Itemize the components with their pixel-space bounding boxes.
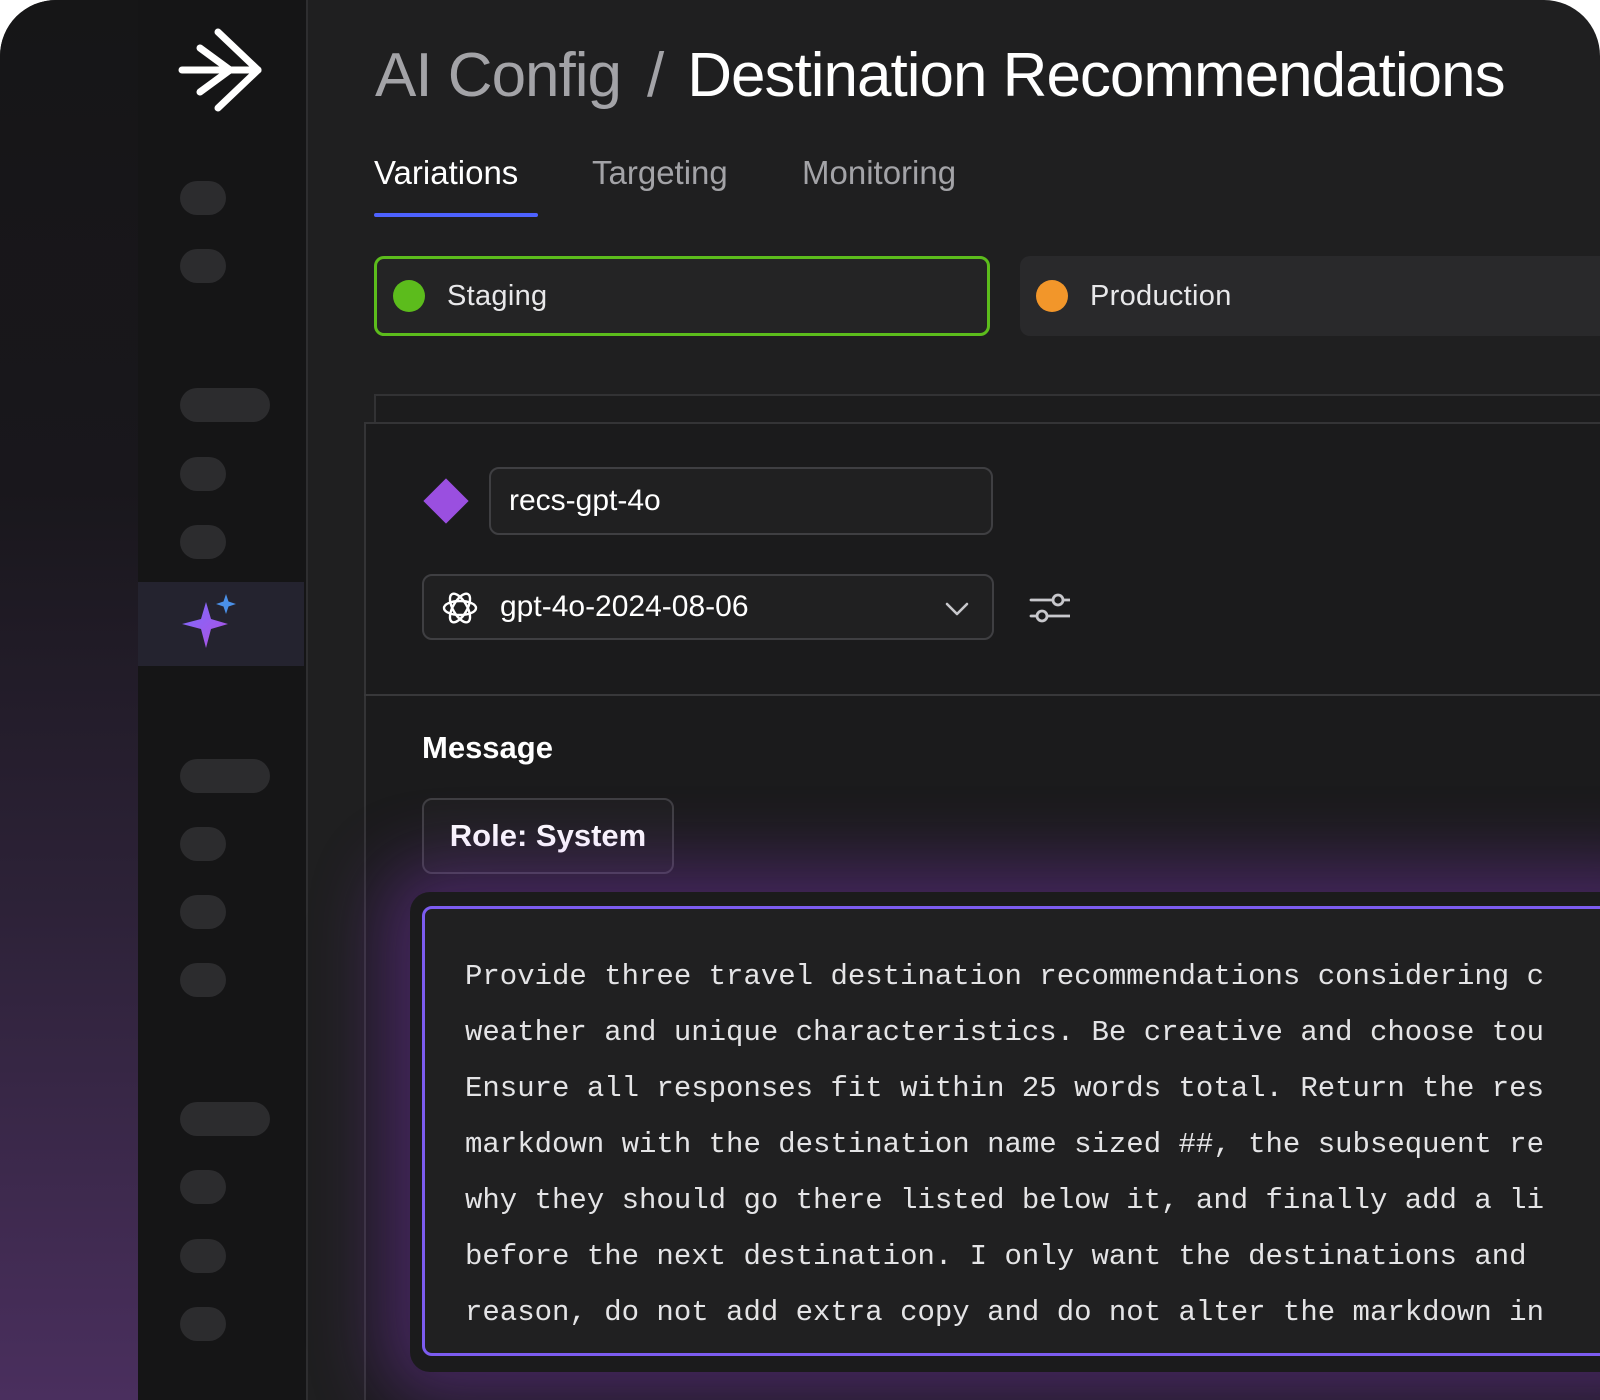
sidebar-item[interactable]: [180, 249, 226, 283]
prompt-line: Provide three travel destination recomme…: [465, 960, 1544, 993]
breadcrumb: AI Config / Destination Recommendations: [375, 40, 1506, 112]
outer-rail: [0, 0, 138, 1400]
env-label: Production: [1090, 279, 1232, 312]
sidebar-item[interactable]: [180, 181, 226, 215]
logo-arrow-icon[interactable]: [178, 28, 264, 114]
sliders-icon[interactable]: [1028, 588, 1070, 628]
sparkle-icon: [182, 594, 236, 648]
message-heading: Message: [422, 730, 553, 765]
tab-targeting[interactable]: Targeting: [592, 154, 728, 192]
tab-variations[interactable]: Variations: [374, 154, 518, 192]
env-label: Staging: [447, 279, 548, 312]
page-title: Destination Recommendations: [687, 41, 1505, 110]
prompt-line: markdown with the destination name sized…: [465, 1128, 1544, 1161]
system-prompt-textarea[interactable]: Provide three travel destination recomme…: [422, 906, 1600, 1356]
sidebar-item[interactable]: [180, 525, 226, 559]
sidebar-item[interactable]: [180, 1307, 226, 1341]
breadcrumb-separator: /: [647, 41, 664, 110]
tab-monitoring[interactable]: Monitoring: [802, 154, 956, 192]
env-production[interactable]: Production: [1020, 256, 1600, 336]
prompt-line: why they should go there listed below it…: [465, 1184, 1544, 1217]
sidebar-item[interactable]: [180, 388, 270, 422]
breadcrumb-parent[interactable]: AI Config: [375, 41, 622, 110]
divider: [364, 694, 1600, 696]
prompt-line: Ensure all responses fit within 25 words…: [465, 1072, 1544, 1105]
model-select-value: gpt-4o-2024-08-06: [500, 590, 749, 623]
model-select[interactable]: gpt-4o-2024-08-06: [422, 574, 994, 640]
openai-icon: [442, 592, 478, 624]
variation-name-input[interactable]: [489, 467, 993, 535]
sidebar-item[interactable]: [180, 759, 270, 793]
chevron-down-icon: [945, 602, 969, 616]
sidebar-item[interactable]: [180, 457, 226, 491]
app-window: AI Config / Destination Recommendations Va…: [0, 0, 1600, 1400]
active-tab-indicator: [374, 213, 538, 217]
prompt-line: reason, do not add extra copy and do not…: [465, 1296, 1544, 1329]
status-dot-icon: [1036, 280, 1068, 312]
role-select-button[interactable]: Role: System: [422, 798, 674, 874]
env-staging[interactable]: Staging: [374, 256, 990, 336]
sidebar-item[interactable]: [180, 1170, 226, 1204]
sidebar-item[interactable]: [180, 1102, 270, 1136]
prompt-line: before the next destination. I only want…: [465, 1240, 1527, 1273]
status-dot-icon: [393, 280, 425, 312]
prompt-line: weather and unique characteristics. Be c…: [465, 1016, 1544, 1049]
sidebar-item[interactable]: [180, 827, 226, 861]
sidebar-item[interactable]: [180, 963, 226, 997]
sidebar-item[interactable]: [180, 1239, 226, 1273]
sidebar-item[interactable]: [180, 895, 226, 929]
